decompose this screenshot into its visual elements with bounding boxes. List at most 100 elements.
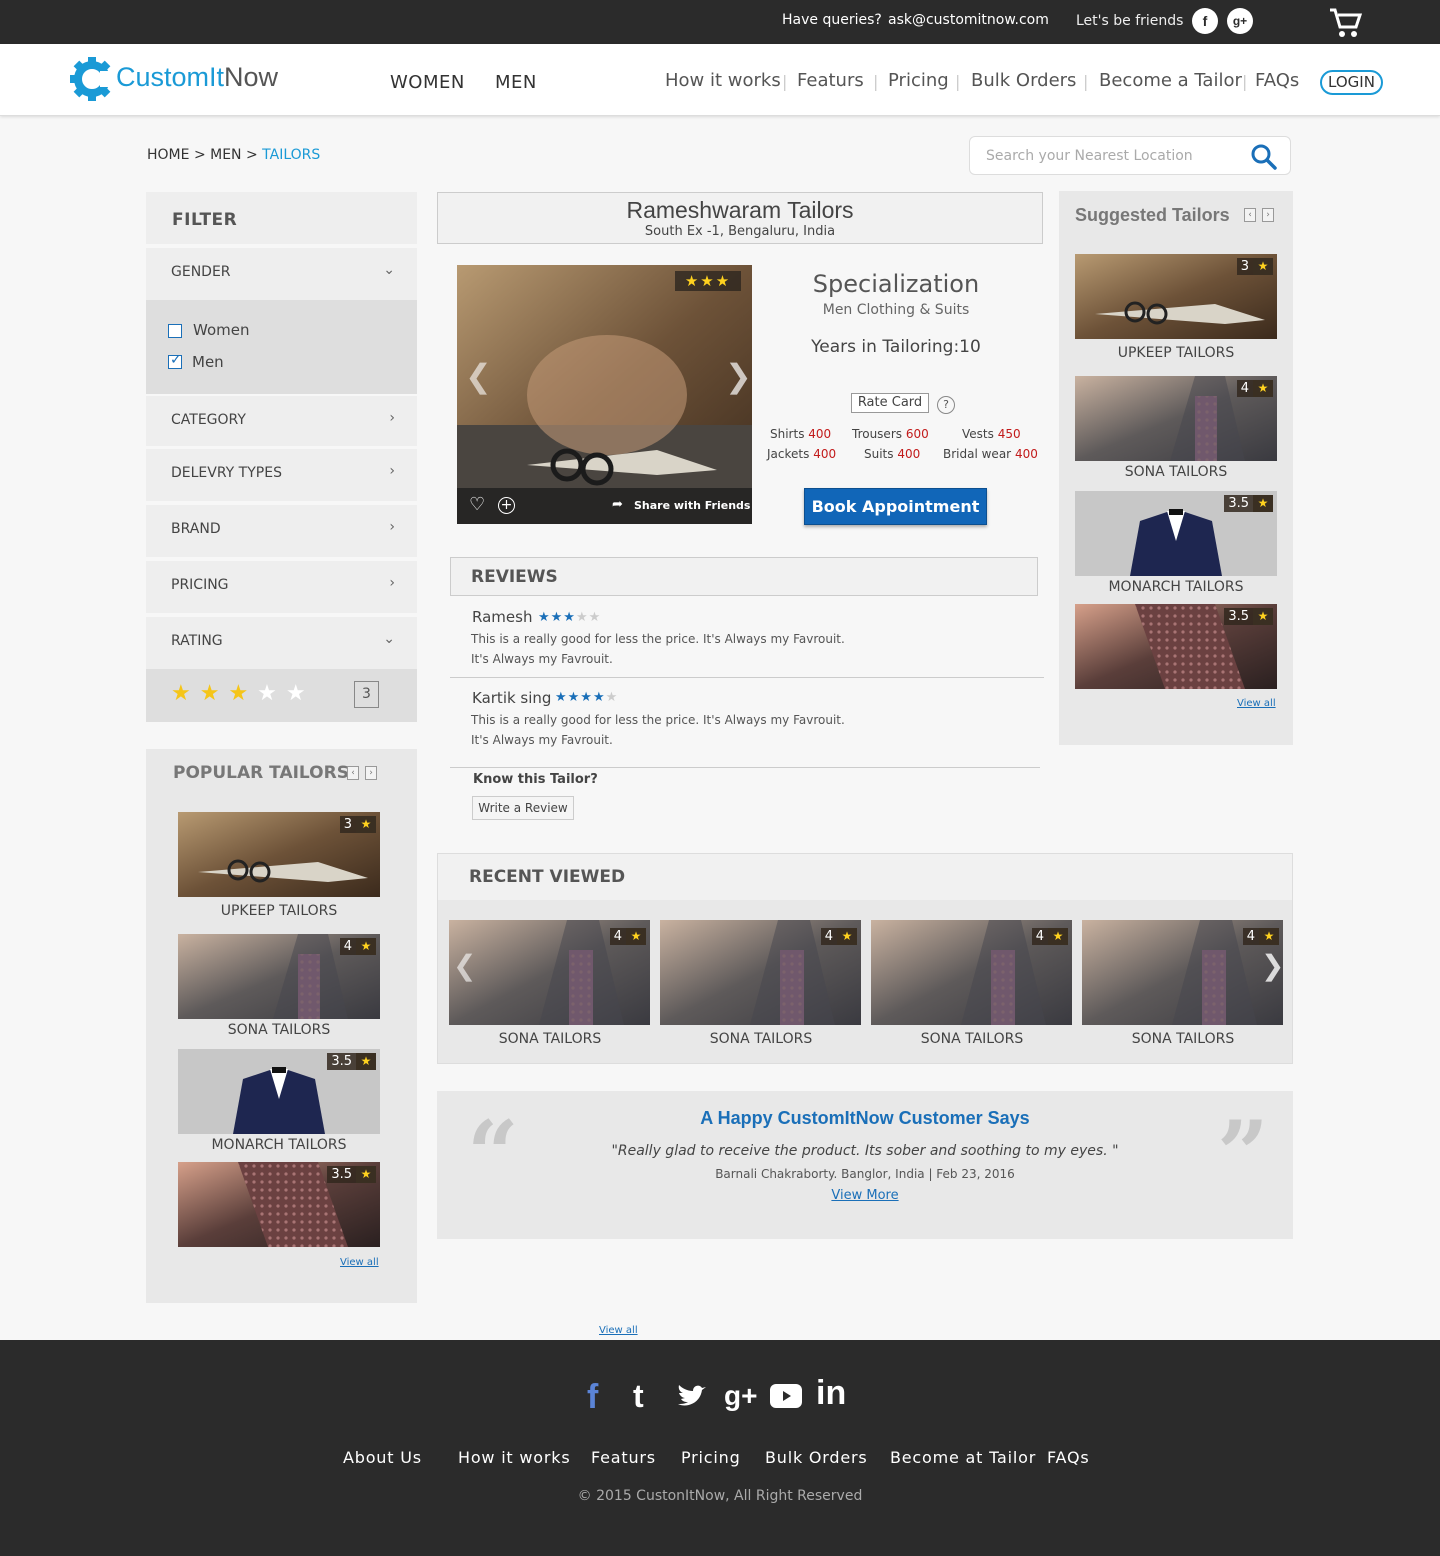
recent-tailor-image[interactable]: 4 ★ [1082, 920, 1283, 1025]
carousel-prev-icon[interactable]: ❮ [465, 357, 492, 395]
popular-tailor-image[interactable]: 3 ★ [178, 812, 380, 897]
nav-women[interactable]: WOMEN [390, 72, 465, 93]
recent-tailor-image[interactable]: 4 ★ [871, 920, 1072, 1025]
footer-bulk-orders[interactable]: Bulk Orders [765, 1448, 868, 1467]
share-with-friends-link[interactable]: Share with Friends [634, 499, 750, 512]
location-search-input[interactable] [986, 145, 1236, 167]
google-plus-icon[interactable]: g+ [1227, 8, 1253, 34]
rating-stars[interactable]: ★★★★★ [171, 681, 315, 706]
footer-faqs[interactable]: FAQs [1047, 1448, 1090, 1467]
testimonial-view-more-link[interactable]: View More [437, 1188, 1293, 1203]
search-icon[interactable] [1250, 143, 1278, 171]
recent-tailor-image[interactable]: 4 ★ [449, 920, 650, 1025]
recent-tailor-image[interactable]: 4 ★ [660, 920, 861, 1025]
chevron-down-icon: ⌄ [383, 262, 395, 278]
popular-tailor-name[interactable]: SONA TAILORS [178, 1022, 380, 1038]
filter-rating-toggle[interactable]: RATING ⌄ [146, 617, 417, 669]
gender-options: Women Men [146, 300, 417, 394]
filter-gender-toggle[interactable]: GENDER ⌄ [146, 248, 417, 300]
checkbox-men[interactable] [168, 352, 182, 369]
nav-men[interactable]: MEN [495, 72, 537, 93]
filter-brand[interactable]: BRAND › [146, 505, 417, 557]
page-view-all-link[interactable]: View all [599, 1325, 638, 1336]
popular-tailor-name[interactable]: MONARCH TAILORS [178, 1137, 380, 1153]
suggested-view-all-link[interactable]: View all [1237, 698, 1276, 709]
popular-tailor-image[interactable]: 3.5 ★ [178, 1162, 380, 1247]
twitter-icon[interactable] [676, 1384, 708, 1410]
breadcrumb-separator: > [193, 147, 206, 163]
rating-badge: 3 ★ [339, 816, 376, 833]
login-button[interactable]: LOGIN [1320, 70, 1383, 95]
carousel-next-icon[interactable]: ❯ [725, 357, 752, 395]
popular-view-all-link[interactable]: View all [340, 1257, 379, 1268]
add-icon[interactable]: + [498, 497, 515, 514]
recent-next-icon[interactable]: ❯ [1261, 949, 1284, 982]
price-bridal-wear: Bridal wear 400 [943, 447, 1038, 461]
nav-features[interactable]: Featurs [797, 70, 864, 91]
chevron-left-icon[interactable]: ‹ [347, 766, 359, 780]
nav-how-it-works[interactable]: How it works [665, 70, 781, 91]
linkedin-icon[interactable]: in [816, 1374, 846, 1413]
filter-pricing[interactable]: PRICING › [146, 561, 417, 613]
suggested-tailor-name[interactable]: UPKEEP TAILORS [1075, 345, 1277, 361]
tailor-photo-carousel[interactable]: ★★★ ❮ ❯ ♡ + ➦ Share with Friends [457, 265, 752, 524]
nav-divider: | [782, 72, 788, 91]
footer-pricing[interactable]: Pricing [681, 1448, 741, 1467]
youtube-icon[interactable] [770, 1384, 802, 1408]
facebook-icon[interactable]: f [1192, 8, 1218, 34]
recent-tailor-name[interactable]: SONA TAILORS [660, 1031, 862, 1047]
nav-become-tailor[interactable]: Become a Tailor [1099, 70, 1242, 91]
star-icon: ★ [356, 1166, 376, 1183]
rating-value[interactable]: 3 [354, 681, 379, 708]
chevron-right-icon[interactable]: › [365, 766, 377, 780]
suggested-tailor-image[interactable]: 3.5 ★ [1075, 604, 1277, 689]
breadcrumb-separator: > [245, 147, 258, 163]
nav-bulk-orders[interactable]: Bulk Orders [971, 70, 1076, 91]
facebook-icon[interactable]: f [587, 1378, 598, 1417]
breadcrumb-men[interactable]: MEN [210, 147, 241, 163]
recent-prev-icon[interactable]: ❮ [453, 949, 476, 982]
footer-about-us[interactable]: About Us [343, 1448, 422, 1467]
cart-icon[interactable] [1329, 7, 1363, 39]
reviewer-name: Ramesh [472, 608, 533, 626]
popular-tailor-name[interactable]: UPKEEP TAILORS [178, 903, 380, 919]
help-icon[interactable]: ? [937, 396, 955, 414]
support-email-link[interactable]: ask@customitnow.com [888, 12, 1049, 28]
breadcrumb-current: TAILORS [262, 147, 321, 163]
popular-tailor-image[interactable]: 4 ★ [178, 934, 380, 1019]
brand-name[interactable]: CustomItNow [116, 62, 278, 93]
suggested-tailor-image[interactable]: 4 ★ [1075, 376, 1277, 461]
footer-how-it-works[interactable]: How it works [458, 1448, 570, 1467]
google-plus-icon[interactable]: g+ [724, 1380, 757, 1412]
share-icon[interactable]: ➦ [612, 497, 623, 512]
rate-card-label[interactable]: Rate Card [851, 393, 929, 413]
suggested-tailor-image[interactable]: 3 ★ [1075, 254, 1277, 339]
breadcrumb-home[interactable]: HOME [147, 147, 189, 163]
checkbox-women[interactable] [168, 324, 182, 338]
filter-category[interactable]: CATEGORY › [146, 396, 417, 446]
years-in-tailoring: Years in Tailoring:10 [811, 337, 981, 357]
recent-tailor-name[interactable]: SONA TAILORS [871, 1031, 1073, 1047]
chevron-right-icon[interactable]: › [1262, 208, 1274, 222]
suggested-tailor-image[interactable]: 3.5 ★ [1075, 491, 1277, 576]
write-review-button[interactable]: Write a Review [472, 796, 574, 820]
suggested-tailor-name[interactable]: MONARCH TAILORS [1075, 579, 1277, 595]
chevron-left-icon[interactable]: ‹ [1244, 208, 1256, 222]
book-appointment-button[interactable]: Book Appointment [804, 488, 987, 525]
footer-become-tailor[interactable]: Become at Tailor [890, 1448, 1036, 1467]
nav-pricing[interactable]: Pricing [888, 70, 949, 91]
gear-logo-icon[interactable] [70, 54, 114, 104]
tumblr-icon[interactable]: t [633, 1378, 644, 1415]
nav-faqs[interactable]: FAQs [1255, 70, 1299, 91]
heart-icon[interactable]: ♡ [469, 494, 485, 515]
rating-badge: 3 ★ [1236, 258, 1273, 275]
recent-tailor-name[interactable]: SONA TAILORS [1082, 1031, 1284, 1047]
filter-delivery-types[interactable]: DELEVRY TYPES › [146, 449, 417, 501]
popular-tailor-image[interactable]: 3.5 ★ [178, 1049, 380, 1134]
filter-pricing-label: PRICING [171, 577, 229, 593]
price-trousers: Trousers 600 [852, 427, 929, 441]
footer-features[interactable]: Featurs [591, 1448, 656, 1467]
rating-badge: 4 ★ [609, 928, 646, 945]
recent-tailor-name[interactable]: SONA TAILORS [449, 1031, 651, 1047]
suggested-tailor-name[interactable]: SONA TAILORS [1075, 464, 1277, 480]
